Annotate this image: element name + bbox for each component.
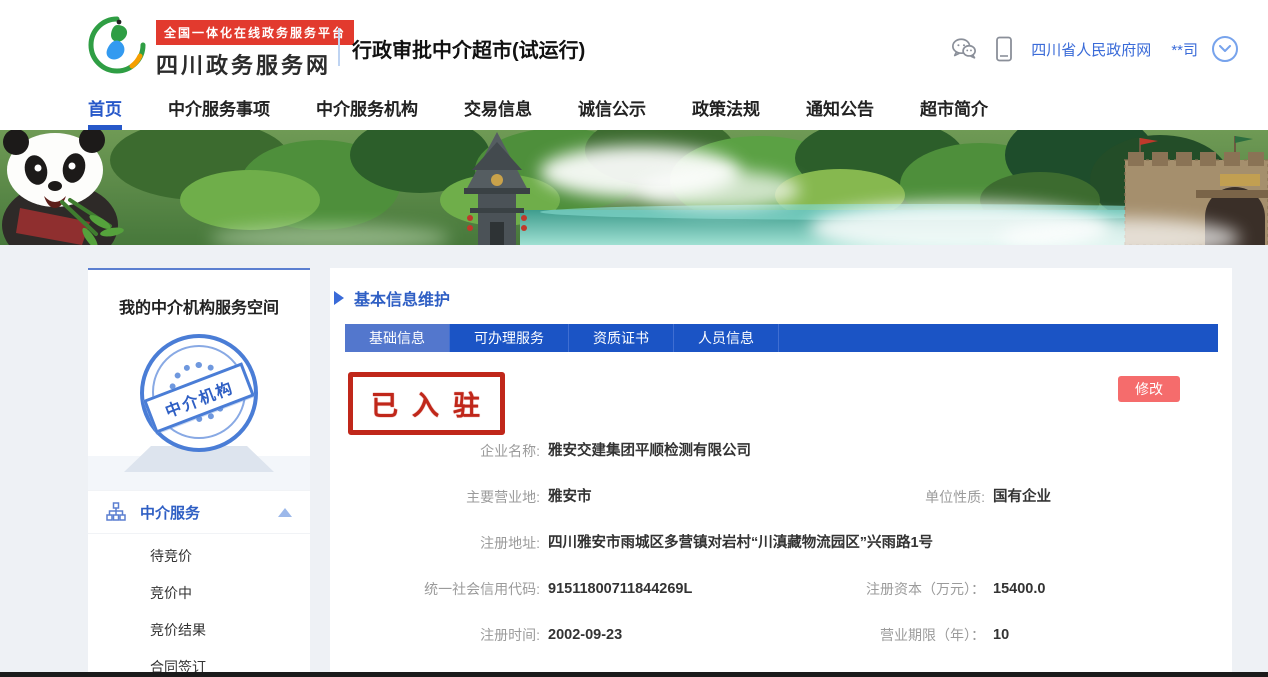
modify-button[interactable]: 修改 [1118, 376, 1180, 402]
field-row-registered-address: 注册地址: 四川雅安市雨城区多营镇对岩村“川滇藏物流园区”兴雨路1号 [330, 528, 1232, 558]
status-stamp-registered: 已入驻 [348, 372, 505, 435]
tab-available-services[interactable]: 可办理服务 [450, 324, 569, 352]
main-nav: 首页 中介服务事项 中介服务机构 交易信息 诚信公示 政策法规 通知公告 超市简… [0, 85, 1268, 130]
business-period-label: 营业期限（年）： [770, 620, 985, 650]
section-header: 基本信息维护 [334, 286, 450, 310]
credit-code-label: 统一社会信用代码: [350, 574, 540, 604]
arrow-right-icon [334, 291, 344, 305]
header-divider [338, 28, 340, 66]
registered-capital-label: 注册资本（万元）： [770, 574, 985, 604]
banner-image [0, 130, 1268, 245]
business-location-value: 雅安市 [548, 482, 592, 512]
registered-capital-value: 15400.0 [993, 574, 1045, 604]
credit-code-value: 91511800711844269L [548, 574, 692, 604]
nav-item-policies[interactable]: 政策法规 [692, 85, 760, 130]
agency-stamp-illustration: 中介机构 [88, 332, 310, 490]
nav-item-home[interactable]: 首页 [88, 85, 122, 130]
header: 全国一体化在线政务服务平台 四川政务服务网 行政审批中介超市(试运行) [0, 0, 1268, 85]
field-row-location-nature: 主要营业地: 雅安市 单位性质: 国有企业 [330, 482, 1232, 512]
chevron-down-icon[interactable] [1212, 36, 1238, 62]
sidebar: 我的中介机构服务空间 中介机构 中介服务 待竞价 竞价中 竞价结果 合同签订 [88, 268, 310, 677]
field-row-credit-capital: 统一社会信用代码: 91511800711844269L 注册资本（万元）： 1… [330, 574, 1232, 604]
nav-item-notices[interactable]: 通知公告 [806, 85, 874, 130]
tab-basic-info[interactable]: 基础信息 [345, 324, 450, 352]
registered-address-label: 注册地址: [350, 528, 540, 558]
field-row-date-period: 注册时间: 2002-09-23 营业期限（年）： 10 [330, 620, 1232, 650]
unit-nature-value: 国有企业 [993, 482, 1051, 512]
username[interactable]: **司 [1171, 39, 1198, 60]
nav-item-service-agencies[interactable]: 中介服务机构 [316, 85, 418, 130]
page-title: 行政审批中介超市(试运行) [352, 34, 585, 63]
site-logo-icon [88, 16, 146, 74]
brand-block: 全国一体化在线政务服务平台 四川政务服务网 [156, 20, 354, 80]
registration-date-label: 注册时间: [350, 620, 540, 650]
nav-item-transactions[interactable]: 交易信息 [464, 85, 532, 130]
sidebar-item-intermediary-services[interactable]: 中介服务 [88, 490, 310, 534]
field-row-company-name: 企业名称: 雅安交建集团平顺检测有限公司 [330, 436, 1232, 466]
business-period-value: 10 [993, 620, 1009, 650]
sidebar-item-bidding-results[interactable]: 竞价结果 [88, 612, 310, 649]
site-name: 四川政务服务网 [156, 48, 354, 80]
unit-nature-label: 单位性质: [770, 482, 985, 512]
nav-item-integrity[interactable]: 诚信公示 [578, 85, 646, 130]
tab-personnel-info[interactable]: 人员信息 [674, 324, 779, 352]
business-location-label: 主要营业地: [350, 482, 540, 512]
triangle-up-icon [278, 508, 292, 517]
gov-portal-link[interactable]: 四川省人民政府网 [1031, 39, 1151, 60]
header-right: 四川省人民政府网 **司 [951, 36, 1238, 62]
sidebar-item-pending-bidding[interactable]: 待竞价 [88, 538, 310, 575]
sidebar-title: 我的中介机构服务空间 [88, 294, 310, 318]
nav-item-about[interactable]: 超市简介 [920, 85, 988, 130]
sidebar-submenu: 待竞价 竞价中 竞价结果 合同签订 服务成果 [88, 534, 310, 677]
nav-item-service-matters[interactable]: 中介服务事项 [168, 85, 270, 130]
sitemap-icon [106, 502, 126, 522]
main-panel: 基本信息维护 基础信息 可办理服务 资质证书 人员信息 已入驻 修改 企业名称:… [330, 268, 1232, 677]
company-name-label: 企业名称: [350, 436, 540, 466]
sidebar-item-bidding-in-progress[interactable]: 竞价中 [88, 575, 310, 612]
wechat-icon[interactable] [951, 36, 977, 62]
registration-date-value: 2002-09-23 [548, 620, 622, 650]
company-name-value: 雅安交建集团平顺检测有限公司 [548, 436, 751, 466]
tab-bar: 基础信息 可办理服务 资质证书 人员信息 [345, 324, 1218, 352]
tab-qualification-certificates[interactable]: 资质证书 [569, 324, 674, 352]
page: 全国一体化在线政务服务平台 四川政务服务网 行政审批中介超市(试运行) [0, 0, 1268, 677]
registered-address-value: 四川雅安市雨城区多营镇对岩村“川滇藏物流园区”兴雨路1号 [548, 528, 933, 558]
sidebar-menu-label: 中介服务 [140, 502, 278, 523]
section-title: 基本信息维护 [354, 286, 450, 310]
platform-badge: 全国一体化在线政务服务平台 [156, 20, 354, 45]
bottom-dark-bar [0, 672, 1268, 677]
mobile-icon[interactable] [991, 36, 1017, 62]
